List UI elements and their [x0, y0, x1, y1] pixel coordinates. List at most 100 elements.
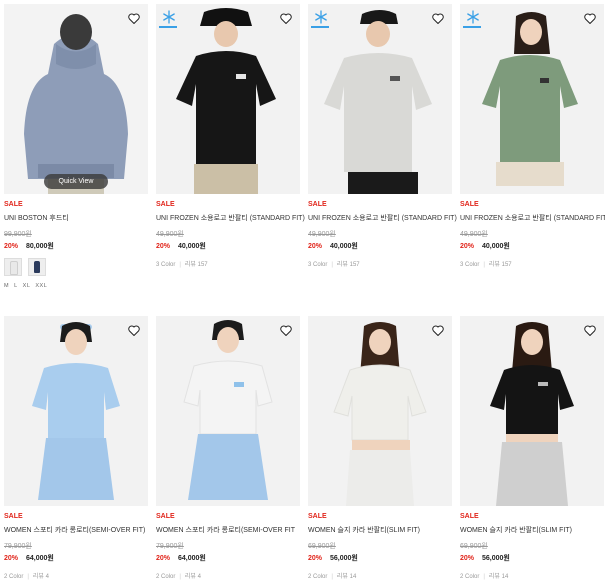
color-count: 3 Color: [460, 262, 480, 268]
sale-badge: SALE: [308, 201, 327, 208]
sale-price: 40,000원: [330, 243, 358, 250]
product-image[interactable]: [308, 316, 452, 506]
product-title[interactable]: UNI FROZEN 소용로고 반팔티 (STANDARD FIT): [156, 213, 305, 223]
sale-badge: SALE: [460, 201, 479, 208]
product-image[interactable]: [308, 4, 452, 194]
review-count[interactable]: 리뷰 4: [33, 574, 49, 580]
sale-price: 40,000원: [178, 243, 206, 250]
discount-rate: 20%: [308, 243, 323, 250]
sale-price: 56,000원: [482, 555, 510, 562]
product-card[interactable]: Quick View SALE UNI BOSTON 후드티 99,900원 2…: [4, 4, 148, 289]
wishlist-heart-icon[interactable]: [126, 10, 142, 26]
size-option: XXL: [35, 283, 48, 289]
original-price: 79,900원: [156, 543, 184, 550]
product-title[interactable]: UNI BOSTON 후드티: [4, 213, 148, 223]
model-photo: [460, 4, 604, 194]
original-price: 99,900원: [4, 231, 32, 238]
frozen-badge-underline: [311, 26, 329, 28]
product-meta: 2 Color | 리뷰 14: [460, 574, 509, 580]
original-price: 79,900원: [4, 543, 32, 550]
product-title[interactable]: WOMEN 스포티 카라 롱로티(SEMI-OVER FIT): [4, 525, 148, 535]
sale-price: 64,000원: [178, 555, 206, 562]
review-count[interactable]: 리뷰 157: [337, 262, 360, 268]
product-image[interactable]: [156, 4, 300, 194]
model-photo: [156, 4, 300, 194]
model-photo: [4, 4, 148, 194]
review-count[interactable]: 리뷰 157: [489, 262, 512, 268]
wishlist-heart-icon[interactable]: [582, 322, 598, 338]
product-title[interactable]: WOMEN 스포티 카라 롱로티(SEMI-OVER FIT: [156, 525, 300, 535]
model-photo: [4, 316, 148, 506]
sale-badge: SALE: [156, 513, 175, 520]
discount-rate: 20%: [4, 555, 19, 562]
color-count: 2 Color: [4, 574, 24, 580]
product-image[interactable]: [460, 4, 604, 194]
discount-rate: 20%: [460, 243, 475, 250]
review-count[interactable]: 리뷰 4: [185, 574, 201, 580]
original-price: 49,900원: [308, 231, 336, 238]
sale-price: 56,000원: [330, 555, 358, 562]
color-count: 3 Color: [156, 262, 176, 268]
discount-rate: 20%: [308, 555, 323, 562]
product-card[interactable]: SALE UNI FROZEN 소용로고 반팔티 (STANDARD FIT) …: [460, 4, 605, 268]
discount-rate: 20%: [156, 555, 171, 562]
frozen-badge-underline: [159, 26, 177, 28]
product-meta: 3 Color | 리뷰 157: [308, 262, 360, 268]
color-count: 2 Color: [156, 574, 176, 580]
price-line: 20% 64,000원: [156, 553, 300, 563]
size-list: M L XL XXL: [4, 283, 148, 289]
product-card[interactable]: SALE UNI FROZEN 소용로고 반팔티 (STANDARD FIT) …: [156, 4, 305, 268]
product-card[interactable]: SALE WOMEN 스포티 카라 롱로티(SEMI-OVER FIT 79,9…: [156, 316, 300, 580]
sale-price: 80,000원: [26, 243, 54, 250]
sale-badge: SALE: [4, 513, 23, 520]
original-price: 49,900원: [156, 231, 184, 238]
price-line: 20% 40,000원: [308, 241, 452, 251]
review-count[interactable]: 리뷰 14: [489, 574, 508, 580]
color-count: 2 Color: [308, 574, 328, 580]
wishlist-heart-icon[interactable]: [430, 10, 446, 26]
product-meta: 2 Color | 리뷰 14: [308, 574, 357, 580]
size-option: M: [4, 283, 10, 289]
product-image[interactable]: [4, 316, 148, 506]
color-swatch-navy[interactable]: [28, 258, 46, 276]
product-card[interactable]: SALE WOMEN 스포티 카라 롱로티(SEMI-OVER FIT) 79,…: [4, 316, 148, 580]
original-price: 49,900원: [460, 231, 488, 238]
snowflake-icon: [314, 10, 328, 24]
model-photo: [156, 316, 300, 506]
product-image[interactable]: [460, 316, 604, 506]
product-meta: 2 Color | 리뷰 4: [156, 574, 201, 580]
product-image[interactable]: Quick View: [4, 4, 148, 194]
product-title[interactable]: WOMEN 슬지 카라 반팔티(SLIM FIT): [308, 525, 452, 535]
product-title[interactable]: WOMEN 슬지 카라 반팔티(SLIM FIT): [460, 525, 604, 535]
review-count[interactable]: 리뷰 14: [337, 574, 356, 580]
price-line: 20% 56,000원: [460, 553, 604, 563]
sale-badge: SALE: [460, 513, 479, 520]
product-title[interactable]: UNI FROZEN 소용로고 반팔티 (STANDARD FIT): [460, 213, 605, 223]
model-photo: [308, 4, 452, 194]
wishlist-heart-icon[interactable]: [278, 322, 294, 338]
frozen-badge-underline: [463, 26, 481, 28]
color-swatch-white[interactable]: [4, 258, 22, 276]
wishlist-heart-icon[interactable]: [430, 322, 446, 338]
product-title[interactable]: UNI FROZEN 소용로고 반팔티 (STANDARD FIT): [308, 213, 457, 223]
price-line: 20% 80,000원: [4, 241, 148, 251]
sale-price: 40,000원: [482, 243, 510, 250]
product-meta: 2 Color | 리뷰 4: [4, 574, 49, 580]
product-card[interactable]: SALE UNI FROZEN 소용로고 반팔티 (STANDARD FIT) …: [308, 4, 457, 268]
price-line: 20% 40,000원: [460, 241, 604, 251]
discount-rate: 20%: [4, 243, 19, 250]
review-count[interactable]: 리뷰 157: [185, 262, 208, 268]
product-card[interactable]: SALE WOMEN 슬지 카라 반팔티(SLIM FIT) 69,900원 2…: [460, 316, 604, 580]
quick-view-button[interactable]: Quick View: [44, 174, 108, 189]
model-photo: [308, 316, 452, 506]
product-meta: 3 Color | 리뷰 157: [460, 262, 512, 268]
wishlist-heart-icon[interactable]: [582, 10, 598, 26]
price-line: 20% 40,000원: [156, 241, 300, 251]
color-count: 2 Color: [460, 574, 480, 580]
wishlist-heart-icon[interactable]: [278, 10, 294, 26]
wishlist-heart-icon[interactable]: [126, 322, 142, 338]
product-card[interactable]: SALE WOMEN 슬지 카라 반팔티(SLIM FIT) 69,900원 2…: [308, 316, 452, 580]
product-image[interactable]: [156, 316, 300, 506]
sale-badge: SALE: [308, 513, 327, 520]
product-grid: Quick View SALE UNI BOSTON 후드티 99,900원 2…: [0, 0, 605, 587]
